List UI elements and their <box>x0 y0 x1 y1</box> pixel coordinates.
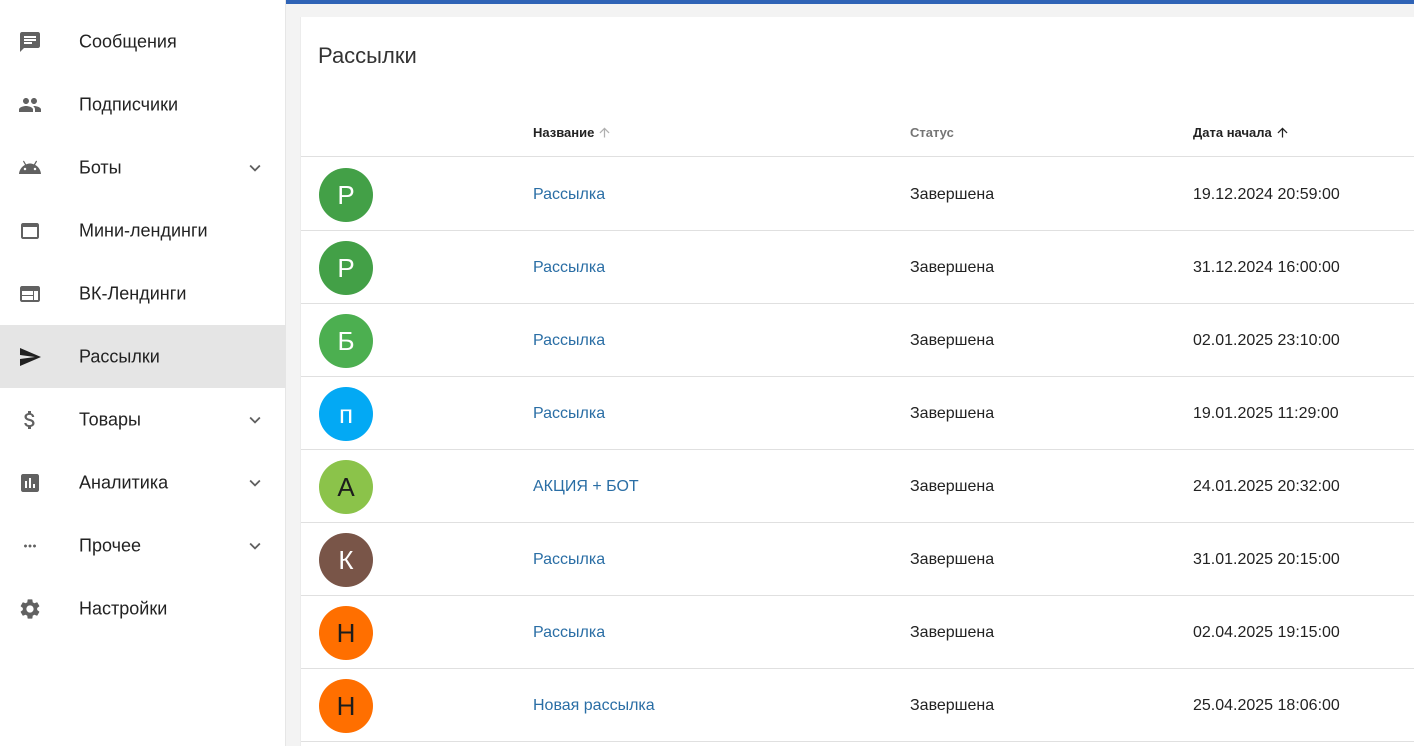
web-layout-icon <box>17 281 43 307</box>
top-accent-bar <box>286 0 1414 4</box>
mailing-name-link[interactable]: Рассылка <box>533 304 605 377</box>
avatar: К <box>319 533 373 587</box>
avatar: Н <box>319 606 373 660</box>
start-date: 25.04.2025 18:06:00 <box>1193 696 1340 714</box>
sidebar-item-label: Подписчики <box>79 94 179 114</box>
sidebar-item-messages[interactable]: Сообщения <box>0 10 286 73</box>
send-icon <box>17 344 43 370</box>
sort-arrow-up-icon <box>1275 125 1290 140</box>
status-text: Завершена <box>910 331 995 349</box>
table-row[interactable]: п Рассылка Завершена 19.01.2025 11:29:00 <box>301 377 1414 450</box>
more-horiz-icon <box>17 533 43 559</box>
table-row[interactable]: Р Рассылка Завершена 19.12.2024 20:59:00 <box>301 158 1414 231</box>
start-date: 19.12.2024 20:59:00 <box>1193 185 1340 203</box>
sidebar-item-mini-landings[interactable]: Мини-лендинги <box>0 199 286 262</box>
column-header-label: Название <box>533 124 595 140</box>
status-text: Завершена <box>910 258 995 276</box>
sidebar-item-label: ВК-Лендинги <box>79 283 187 303</box>
column-header-label: Статус <box>910 124 954 140</box>
avatar: Б <box>319 314 373 368</box>
mailing-name-link[interactable]: Рассылка <box>533 596 605 669</box>
mailing-name-link[interactable]: Рассылка <box>533 523 605 596</box>
table-row[interactable]: Н Рассылка Завершена 02.04.2025 19:15:00 <box>301 596 1414 669</box>
start-date: 02.04.2025 19:15:00 <box>1193 623 1340 641</box>
chevron-down-icon[interactable] <box>244 535 266 557</box>
sidebar-item-label: Настройки <box>79 598 168 618</box>
start-date: 31.01.2025 20:15:00 <box>1193 550 1340 568</box>
table-header: Название Статус Дата начала <box>301 107 1414 157</box>
people-icon <box>17 92 43 118</box>
mailing-name-link[interactable]: Рассылка <box>533 377 605 450</box>
mailing-name-link[interactable]: АКЦИЯ + БОТ <box>533 450 639 523</box>
gear-icon <box>17 596 43 622</box>
analytics-icon <box>17 470 43 496</box>
android-icon <box>17 155 43 181</box>
sidebar-item-other[interactable]: Прочее <box>0 514 286 577</box>
table-row[interactable]: Б Рассылка Завершена 02.01.2025 23:10:00 <box>301 304 1414 377</box>
avatar: п <box>319 387 373 441</box>
table-row[interactable]: К Рассылка Завершена 31.01.2025 20:15:00 <box>301 523 1414 596</box>
message-icon <box>17 29 43 55</box>
status-text: Завершена <box>910 550 995 568</box>
start-date: 02.01.2025 23:10:00 <box>1193 331 1340 349</box>
start-date: 19.01.2025 11:29:00 <box>1193 404 1339 422</box>
mailings-card: Рассылки Название Статус Дата начала Р Р… <box>300 17 1414 746</box>
column-header-label: Дата начала <box>1193 124 1272 140</box>
status-text: Завершена <box>910 696 995 714</box>
table-row[interactable]: Н Новая рассылка Завершена 25.04.2025 18… <box>301 669 1414 742</box>
table-row[interactable]: А АКЦИЯ + БОТ Завершена 24.01.2025 20:32… <box>301 450 1414 523</box>
sidebar-item-subscribers[interactable]: Подписчики <box>0 73 286 136</box>
page-title: Рассылки <box>318 43 417 68</box>
avatar: Р <box>319 241 373 295</box>
app-root: Сообщения Подписчики Боты Мини-лендинги <box>0 0 1414 746</box>
column-header-date[interactable]: Дата начала <box>1193 107 1290 157</box>
mailing-name-link[interactable]: Рассылка <box>533 231 605 304</box>
status-text: Завершена <box>910 477 995 495</box>
chevron-down-icon[interactable] <box>244 409 266 431</box>
window-icon <box>17 218 43 244</box>
dollar-icon <box>17 407 43 433</box>
mailing-name-link[interactable]: Новая рассылка <box>533 669 655 742</box>
sidebar-item-label: Рассылки <box>79 346 160 366</box>
sidebar-item-settings[interactable]: Настройки <box>0 577 286 640</box>
avatar: Н <box>319 679 373 733</box>
start-date: 31.12.2024 16:00:00 <box>1193 258 1340 276</box>
status-text: Завершена <box>910 623 995 641</box>
mailing-name-link[interactable]: Рассылка <box>533 158 605 231</box>
sidebar-item-label: Мини-лендинги <box>79 220 208 240</box>
start-date: 24.01.2025 20:32:00 <box>1193 477 1340 495</box>
status-text: Завершена <box>910 404 995 422</box>
sidebar: Сообщения Подписчики Боты Мини-лендинги <box>0 0 286 746</box>
avatar: А <box>319 460 373 514</box>
sidebar-item-label: Сообщения <box>79 31 177 51</box>
chevron-down-icon[interactable] <box>244 157 266 179</box>
table-row[interactable]: Р Рассылка Завершена 31.12.2024 16:00:00 <box>301 231 1414 304</box>
status-text: Завершена <box>910 185 995 203</box>
column-header-status[interactable]: Статус <box>910 107 954 157</box>
sidebar-item-vk-landings[interactable]: ВК-Лендинги <box>0 262 286 325</box>
sidebar-item-products[interactable]: Товары <box>0 388 286 451</box>
sidebar-item-mailings[interactable]: Рассылки <box>0 325 286 388</box>
sidebar-item-label: Боты <box>79 157 122 177</box>
sidebar-item-label: Прочее <box>79 535 141 555</box>
sidebar-item-analytics[interactable]: Аналитика <box>0 451 286 514</box>
chevron-down-icon[interactable] <box>244 472 266 494</box>
sidebar-item-label: Товары <box>79 409 141 429</box>
avatar: Р <box>319 168 373 222</box>
sort-arrow-up-icon <box>597 125 612 140</box>
column-header-name[interactable]: Название <box>533 107 612 157</box>
sidebar-item-label: Аналитика <box>79 472 169 492</box>
sidebar-item-bots[interactable]: Боты <box>0 136 286 199</box>
